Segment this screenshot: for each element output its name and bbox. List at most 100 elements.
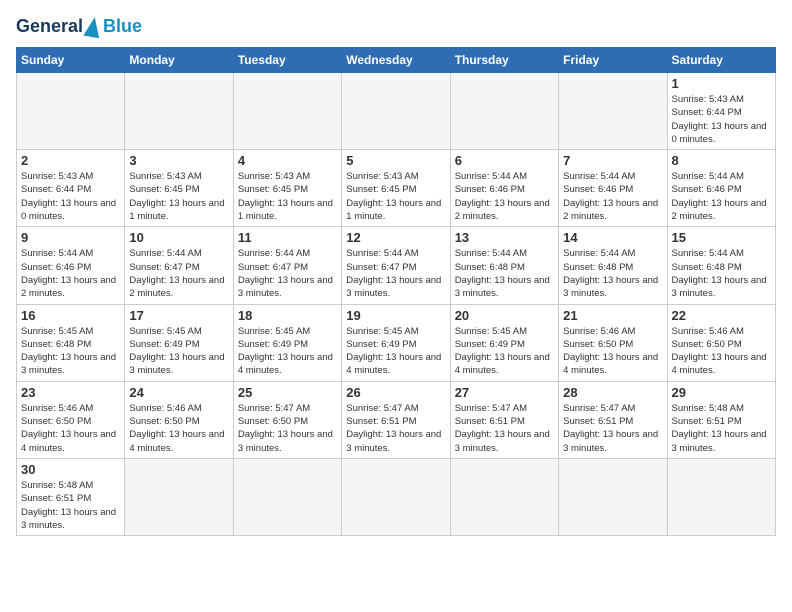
logo-blue-text: Blue <box>103 16 142 37</box>
day-number: 25 <box>238 385 337 400</box>
weekday-header-tuesday: Tuesday <box>233 48 341 73</box>
weekday-header-thursday: Thursday <box>450 48 558 73</box>
day-number: 13 <box>455 230 554 245</box>
day-info: Sunrise: 5:44 AM Sunset: 6:47 PM Dayligh… <box>238 247 337 300</box>
day-info: Sunrise: 5:44 AM Sunset: 6:48 PM Dayligh… <box>455 247 554 300</box>
calendar-cell <box>450 73 558 150</box>
logo-general-text: General <box>16 16 83 37</box>
calendar-cell: 2 Sunrise: 5:43 AM Sunset: 6:44 PM Daylig… <box>17 150 125 227</box>
calendar-cell: 20Sunrise: 5:45 AM Sunset: 6:49 PM Dayli… <box>450 304 558 381</box>
calendar-cell <box>125 458 233 535</box>
calendar-cell: 16 Sunrise: 5:45 AM Sunset: 6:48 PM Dayli… <box>17 304 125 381</box>
day-number: 12 <box>346 230 445 245</box>
day-info: Sunrise: 5:43 AM Sunset: 6:45 PM Dayligh… <box>238 170 337 223</box>
calendar-cell: 23 Sunrise: 5:46 AM Sunset: 6:50 PM Dayli… <box>17 381 125 458</box>
calendar-cell: 11 Sunrise: 5:44 AM Sunset: 6:47 PM Dayli… <box>233 227 341 304</box>
calendar-cell <box>559 73 667 150</box>
calendar-cell: 26Sunrise: 5:47 AM Sunset: 6:51 PM Dayli… <box>342 381 450 458</box>
day-number: 22 <box>672 308 771 323</box>
weekday-header-sunday: Sunday <box>17 48 125 73</box>
calendar-cell: 1 Sunrise: 5:43 AM Sunset: 6:44 PM Daylig… <box>667 73 775 150</box>
calendar-cell <box>342 458 450 535</box>
calendar-cell: 25Sunrise: 5:47 AM Sunset: 6:50 PM Dayli… <box>233 381 341 458</box>
day-number: 8 <box>672 153 771 168</box>
calendar-cell <box>342 73 450 150</box>
day-number: 23 <box>21 385 120 400</box>
calendar-cell: 28Sunrise: 5:47 AM Sunset: 6:51 PM Dayli… <box>559 381 667 458</box>
calendar-cell: 3 Sunrise: 5:43 AM Sunset: 6:45 PM Daylig… <box>125 150 233 227</box>
day-info: Sunrise: 5:46 AM Sunset: 6:50 PM Dayligh… <box>672 325 771 378</box>
calendar-cell: 22 Sunrise: 5:46 AM Sunset: 6:50 PM Dayli… <box>667 304 775 381</box>
day-number: 16 <box>21 308 120 323</box>
day-number: 18 <box>238 308 337 323</box>
day-number: 1 <box>672 76 771 91</box>
calendar-cell: 27Sunrise: 5:47 AM Sunset: 6:51 PM Dayli… <box>450 381 558 458</box>
day-info: Sunrise: 5:44 AM Sunset: 6:46 PM Dayligh… <box>672 170 771 223</box>
weekday-header-monday: Monday <box>125 48 233 73</box>
day-info: Sunrise: 5:47 AM Sunset: 6:51 PM Dayligh… <box>455 402 554 455</box>
calendar-cell: 14 Sunrise: 5:44 AM Sunset: 6:48 PM Dayli… <box>559 227 667 304</box>
calendar-cell <box>233 458 341 535</box>
weekday-header-friday: Friday <box>559 48 667 73</box>
day-info: Sunrise: 5:45 AM Sunset: 6:49 PM Dayligh… <box>346 325 445 378</box>
weekday-header-wednesday: Wednesday <box>342 48 450 73</box>
day-info: Sunrise: 5:44 AM Sunset: 6:48 PM Dayligh… <box>672 247 771 300</box>
calendar-cell: 8 Sunrise: 5:44 AM Sunset: 6:46 PM Daylig… <box>667 150 775 227</box>
calendar-cell: 19 Sunrise: 5:45 AM Sunset: 6:49 PM Dayli… <box>342 304 450 381</box>
day-info: Sunrise: 5:48 AM Sunset: 6:51 PM Dayligh… <box>672 402 771 455</box>
day-number: 26 <box>346 385 445 400</box>
calendar-cell <box>125 73 233 150</box>
day-info: Sunrise: 5:48 AM Sunset: 6:51 PM Dayligh… <box>21 479 120 532</box>
weekday-header-saturday: Saturday <box>667 48 775 73</box>
day-number: 10 <box>129 230 228 245</box>
day-number: 20 <box>455 308 554 323</box>
calendar-cell: 15 Sunrise: 5:44 AM Sunset: 6:48 PM Dayli… <box>667 227 775 304</box>
calendar-cell <box>667 458 775 535</box>
day-number: 7 <box>563 153 662 168</box>
calendar-cell: 18Sunrise: 5:45 AM Sunset: 6:49 PM Dayli… <box>233 304 341 381</box>
day-info: Sunrise: 5:43 AM Sunset: 6:44 PM Dayligh… <box>672 93 771 146</box>
calendar-cell: 10 Sunrise: 5:44 AM Sunset: 6:47 PM Dayli… <box>125 227 233 304</box>
day-info: Sunrise: 5:45 AM Sunset: 6:49 PM Dayligh… <box>129 325 228 378</box>
day-info: Sunrise: 5:43 AM Sunset: 6:45 PM Dayligh… <box>346 170 445 223</box>
day-info: Sunrise: 5:44 AM Sunset: 6:47 PM Dayligh… <box>129 247 228 300</box>
calendar-cell: 5 Sunrise: 5:43 AM Sunset: 6:45 PM Daylig… <box>342 150 450 227</box>
day-number: 11 <box>238 230 337 245</box>
logo-area: General Blue <box>16 16 142 37</box>
calendar-cell: 21 Sunrise: 5:46 AM Sunset: 6:50 PM Dayli… <box>559 304 667 381</box>
day-number: 24 <box>129 385 228 400</box>
day-info: Sunrise: 5:44 AM Sunset: 6:46 PM Dayligh… <box>563 170 662 223</box>
day-info: Sunrise: 5:45 AM Sunset: 6:48 PM Dayligh… <box>21 325 120 378</box>
day-number: 17 <box>129 308 228 323</box>
calendar-cell: 17 Sunrise: 5:45 AM Sunset: 6:49 PM Dayli… <box>125 304 233 381</box>
day-info: Sunrise: 5:44 AM Sunset: 6:48 PM Dayligh… <box>563 247 662 300</box>
day-number: 5 <box>346 153 445 168</box>
calendar-cell: 12Sunrise: 5:44 AM Sunset: 6:47 PM Dayli… <box>342 227 450 304</box>
day-info: Sunrise: 5:46 AM Sunset: 6:50 PM Dayligh… <box>129 402 228 455</box>
day-number: 19 <box>346 308 445 323</box>
day-number: 21 <box>563 308 662 323</box>
calendar-cell <box>450 458 558 535</box>
day-number: 30 <box>21 462 120 477</box>
calendar-cell: 7 Sunrise: 5:44 AM Sunset: 6:46 PM Daylig… <box>559 150 667 227</box>
calendar-cell: 29Sunrise: 5:48 AM Sunset: 6:51 PM Dayli… <box>667 381 775 458</box>
calendar-cell: 30 Sunrise: 5:48 AM Sunset: 6:51 PM Dayli… <box>17 458 125 535</box>
calendar-cell: 24 Sunrise: 5:46 AM Sunset: 6:50 PM Dayli… <box>125 381 233 458</box>
calendar-cell: 9 Sunrise: 5:44 AM Sunset: 6:46 PM Daylig… <box>17 227 125 304</box>
day-number: 28 <box>563 385 662 400</box>
day-number: 14 <box>563 230 662 245</box>
day-number: 15 <box>672 230 771 245</box>
day-info: Sunrise: 5:44 AM Sunset: 6:46 PM Dayligh… <box>21 247 120 300</box>
day-info: Sunrise: 5:43 AM Sunset: 6:44 PM Dayligh… <box>21 170 120 223</box>
day-number: 3 <box>129 153 228 168</box>
page-header: General Blue <box>16 16 776 37</box>
day-info: Sunrise: 5:43 AM Sunset: 6:45 PM Dayligh… <box>129 170 228 223</box>
day-info: Sunrise: 5:46 AM Sunset: 6:50 PM Dayligh… <box>21 402 120 455</box>
calendar-cell <box>559 458 667 535</box>
day-number: 2 <box>21 153 120 168</box>
calendar-cell <box>17 73 125 150</box>
calendar-cell: 13 Sunrise: 5:44 AM Sunset: 6:48 PM Dayli… <box>450 227 558 304</box>
day-number: 9 <box>21 230 120 245</box>
day-info: Sunrise: 5:46 AM Sunset: 6:50 PM Dayligh… <box>563 325 662 378</box>
day-number: 4 <box>238 153 337 168</box>
